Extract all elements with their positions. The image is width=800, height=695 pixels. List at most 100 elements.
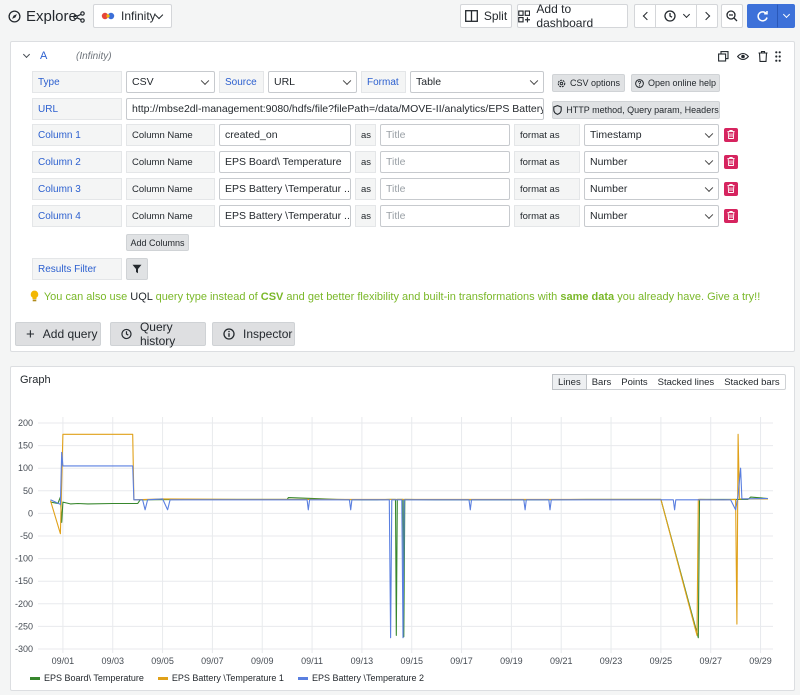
- trash-icon: [727, 130, 735, 139]
- format-select[interactable]: Table: [410, 71, 544, 93]
- x-tick-label: 09/23: [600, 656, 623, 666]
- column-selector-value: EPS Board\ Temperature: [225, 156, 342, 168]
- url-value: http://mbse2dl-management:9080/hdfs/file…: [132, 103, 544, 115]
- add-to-dashboard-button[interactable]: Add to dashboard: [517, 2, 628, 30]
- chevron-down-icon: [704, 210, 714, 220]
- refresh-interval-button[interactable]: [777, 4, 795, 28]
- format-as-label: format as: [514, 124, 580, 146]
- time-picker-button[interactable]: [655, 4, 697, 28]
- column-title-input[interactable]: Title: [380, 205, 510, 227]
- y-tick-label: -50: [20, 531, 33, 541]
- trash-icon: [727, 157, 735, 166]
- drag-handle-icon[interactable]: [775, 51, 781, 62]
- x-tick-label: 09/13: [351, 656, 374, 666]
- column-format-select[interactable]: Number: [584, 151, 719, 173]
- top-bar: Explore Infinity Split Add to dashboard: [0, 0, 800, 34]
- csv-options-label: CSV options: [569, 78, 621, 88]
- delete-column-button[interactable]: [724, 128, 738, 142]
- refresh-icon: [756, 10, 768, 22]
- column-title-input[interactable]: Title: [380, 151, 510, 173]
- url-input[interactable]: http://mbse2dl-management:9080/hdfs/file…: [126, 98, 544, 120]
- y-tick-label: -250: [15, 621, 33, 631]
- inspector-button[interactable]: Inspector: [212, 322, 295, 346]
- column-selector-input[interactable]: EPS Battery \Temperatur ...: [219, 178, 351, 200]
- column-title-placeholder: Title: [386, 183, 406, 195]
- x-tick-label: 09/15: [400, 656, 423, 666]
- uql-hint: You can also use UQL query type instead …: [30, 290, 760, 303]
- delete-column-button[interactable]: [724, 182, 738, 196]
- delete-column-button[interactable]: [724, 155, 738, 169]
- chevron-right-icon: [701, 11, 710, 21]
- column-format-select[interactable]: Number: [584, 205, 719, 227]
- open-help-button[interactable]: Open online help: [631, 74, 720, 92]
- graph-tab-stacked-bars[interactable]: Stacked bars: [719, 375, 784, 389]
- share-icon[interactable]: [73, 11, 85, 23]
- column-format-value: Timestamp: [590, 129, 642, 141]
- dashboard-add-icon: [518, 9, 531, 22]
- legend-item[interactable]: EPS Board\ Temperature: [30, 673, 144, 683]
- hint-text-2: query type instead of: [152, 291, 261, 303]
- column-selector-value: created_on: [225, 129, 278, 141]
- column-format-value: Number: [590, 156, 628, 168]
- query-datasource-name: (Infinity): [76, 51, 112, 62]
- column-format-select[interactable]: Timestamp: [584, 124, 719, 146]
- add-query-button[interactable]: + Add query: [15, 322, 101, 346]
- legend-item[interactable]: EPS Battery \Temperature 1: [157, 673, 284, 683]
- zoom-out-icon: [726, 10, 738, 22]
- column-selector-input[interactable]: EPS Board\ Temperature: [219, 151, 351, 173]
- x-tick-label: 09/25: [650, 656, 673, 666]
- query-history-label: Query history: [139, 320, 176, 348]
- copy-icon[interactable]: [718, 51, 729, 62]
- http-method-button[interactable]: HTTP method, Query param, Headers: [552, 101, 720, 119]
- y-tick-label: 100: [18, 463, 33, 473]
- delete-column-button[interactable]: [724, 209, 738, 223]
- column-format-value: Number: [590, 210, 628, 222]
- time-range-forward-button[interactable]: [696, 4, 718, 28]
- eye-icon[interactable]: [737, 52, 749, 61]
- type-select[interactable]: CSV: [126, 71, 215, 93]
- graph-title: Graph: [20, 374, 51, 386]
- refresh-button[interactable]: [747, 4, 777, 28]
- chevron-down-icon: [529, 76, 539, 86]
- source-label: Source: [219, 71, 264, 93]
- trash-icon[interactable]: [758, 51, 768, 62]
- time-range-back-button[interactable]: [634, 4, 656, 28]
- series-line-1[interactable]: [50, 496, 769, 639]
- graph-tab-bars[interactable]: Bars: [587, 375, 617, 389]
- series-line-3[interactable]: [50, 451, 769, 639]
- compass-icon: [8, 10, 21, 23]
- split-button[interactable]: Split: [460, 4, 512, 28]
- column-title-input[interactable]: Title: [380, 178, 510, 200]
- column-name-label: Column Name: [126, 124, 215, 146]
- legend-label: EPS Board\ Temperature: [44, 673, 144, 683]
- filter-button[interactable]: [126, 258, 148, 280]
- x-tick-label: 09/17: [450, 656, 473, 666]
- hint-same-data: same data: [560, 291, 615, 303]
- legend-item[interactable]: EPS Battery \Temperature 2: [297, 673, 424, 683]
- zoom-out-button[interactable]: [721, 4, 743, 28]
- results-filter-label: Results Filter: [32, 258, 122, 280]
- series-line-2[interactable]: [49, 433, 769, 636]
- add-columns-button[interactable]: Add Columns: [126, 234, 189, 251]
- graph-type-tabs: Lines Bars Points Stacked lines Stacked bars: [552, 374, 786, 390]
- query-ref-id[interactable]: A: [40, 50, 47, 62]
- column-format-select[interactable]: Number: [584, 178, 719, 200]
- csv-options-button[interactable]: CSV options: [552, 74, 625, 92]
- graph-tab-lines[interactable]: Lines: [552, 374, 587, 390]
- plus-icon: +: [26, 325, 35, 343]
- y-tick-label: 50: [23, 486, 33, 496]
- graph-tab-stacked-lines[interactable]: Stacked lines: [653, 375, 720, 389]
- column-selector-input[interactable]: EPS Battery \Temperatur ...: [219, 205, 351, 227]
- datasource-picker[interactable]: Infinity: [93, 4, 172, 28]
- source-value: URL: [274, 76, 296, 88]
- add-query-label: Add query: [42, 327, 98, 341]
- column-label: Column 4: [32, 205, 122, 227]
- column-selector-input[interactable]: created_on: [219, 124, 351, 146]
- filter-icon: [132, 264, 142, 274]
- query-history-button[interactable]: Query history: [110, 320, 206, 348]
- column-title-input[interactable]: Title: [380, 124, 510, 146]
- split-label: Split: [483, 9, 508, 23]
- graph-tab-points[interactable]: Points: [616, 375, 652, 389]
- column-label: Column 1: [32, 124, 122, 146]
- source-select[interactable]: URL: [268, 71, 357, 93]
